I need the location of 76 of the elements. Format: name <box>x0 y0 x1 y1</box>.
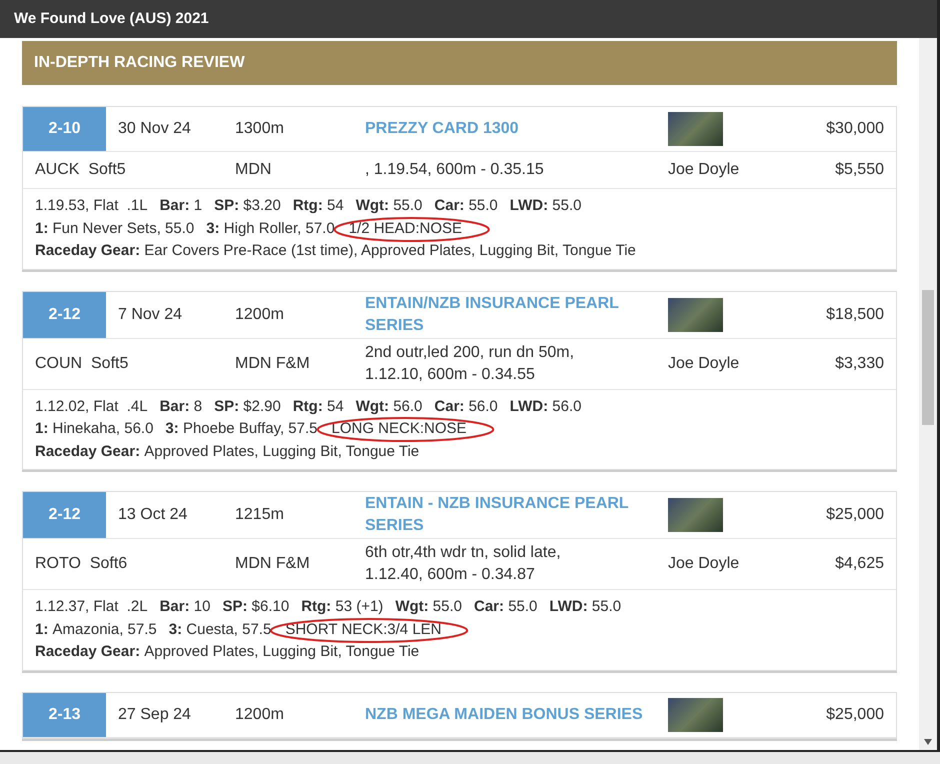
race-class: MDN <box>235 160 272 180</box>
stat-text: Bar: 8 <box>160 396 202 416</box>
scroll-down-icon[interactable] <box>924 739 932 745</box>
stake-money: $4,625 <box>835 554 884 574</box>
placing-text: 3: Cuesta, 57.5 <box>168 620 272 640</box>
stake-money: $3,330 <box>835 354 884 374</box>
race-distance: 1300m <box>235 119 285 139</box>
track-condition: COUN Soft5 <box>35 354 130 374</box>
jockey-name: Joe Doyle <box>668 354 740 374</box>
stat-text: Rtg: 54 <box>292 196 344 216</box>
placing-text: 3: Phoebe Buffay, 57.5 <box>165 419 318 439</box>
placing-text: 3: High Roller, 57.0 <box>206 218 335 238</box>
margin-text: LONG NECK:NOSE <box>330 420 468 437</box>
race-comment: , 1.19.54, 600m - 0.35.15 <box>365 160 545 180</box>
stat-text: 1.19.53, Flat .1L <box>35 196 148 216</box>
scrollbar-thumb[interactable] <box>922 290 934 425</box>
stat-text: Rtg: 54 <box>292 396 344 416</box>
margin-text: SHORT NECK:3/4 LEN <box>284 620 442 638</box>
placing-badge: 2-13 <box>23 692 106 736</box>
prize-money: $25,000 <box>826 505 884 525</box>
track-condition: ROTO Soft6 <box>35 554 128 574</box>
race-name-link[interactable]: ENTAIN/NZB INSURANCE PEARL SERIES <box>365 292 668 338</box>
stat-text: LWD: 55.0 <box>549 597 622 617</box>
placing-badge: 2-10 <box>23 107 106 151</box>
stat-text: SP: $6.10 <box>222 597 290 617</box>
race-class: MDN F&M <box>235 554 311 574</box>
stat-text: Car: 55.0 <box>434 196 498 216</box>
stat-text: Bar: 1 <box>160 196 202 216</box>
placing-text: 1: Amazonia, 57.5 <box>35 620 157 640</box>
race-name-link[interactable]: NZB MEGA MAIDEN BONUS SERIES <box>365 702 668 726</box>
stat-text: 1.12.37, Flat .2L <box>35 597 148 617</box>
race-distance: 1215m <box>235 505 285 525</box>
jockey-name: Joe Doyle <box>668 160 740 180</box>
stake-money: $5,550 <box>835 160 884 180</box>
jockey-name: Joe Doyle <box>668 554 740 574</box>
placing-text: 1: Fun Never Sets, 55.0 <box>35 218 194 238</box>
race-name-link[interactable]: ENTAIN - NZB INSURANCE PEARL SERIES <box>365 492 668 538</box>
stat-text: LWD: 55.0 <box>510 196 582 216</box>
stat-text: SP: $3.20 <box>214 196 281 216</box>
race-name-link[interactable]: PREZZY CARD 1300 <box>365 117 668 141</box>
stat-text: 1.12.02, Flat .4L <box>35 396 148 416</box>
window-title-bar: We Found Love (AUS) 2021 <box>0 0 937 38</box>
race-date: 13 Oct 24 <box>118 505 188 525</box>
stat-text: Wgt: 56.0 <box>356 396 422 416</box>
race-distance: 1200m <box>235 704 285 724</box>
stat-text: Rtg: 53 (+1) <box>301 597 384 617</box>
stat-text: Wgt: 55.0 <box>356 196 422 216</box>
stat-text: LWD: 56.0 <box>510 396 582 416</box>
race-photo-placeholder[interactable] <box>668 298 723 332</box>
stat-text: Wgt: 55.0 <box>395 597 462 617</box>
race-photo-placeholder[interactable] <box>668 112 723 146</box>
race-photo-placeholder[interactable] <box>668 498 723 532</box>
race-date: 30 Nov 24 <box>118 119 192 139</box>
section-header: IN-DEPTH RACING REVIEW <box>22 41 897 85</box>
race-comment: 2nd outr,led 200, run dn 50m, 1.12.10, 600m - 0.34.55 <box>365 342 576 384</box>
placing-badge: 2-12 <box>23 292 106 338</box>
prize-money: $18,500 <box>826 304 884 324</box>
prize-money: $30,000 <box>826 119 884 139</box>
race-distance: 1200m <box>235 304 285 324</box>
gear-text: Raceday Gear: Ear Covers Pre-Race (1st time), Approved Plates, Lugging Bit, Tongue Tie <box>35 241 637 261</box>
stat-text: Car: 56.0 <box>434 396 498 416</box>
race-date: 27 Sep 24 <box>118 704 192 724</box>
gear-text: Raceday Gear: Approved Plates, Lugging Bit, Tongue Tie <box>35 642 420 662</box>
stat-text: Car: 55.0 <box>474 597 538 617</box>
race-date: 7 Nov 24 <box>118 304 184 324</box>
race-comment: 6th otr,4th wdr tn, solid late, 1.12.40, 600m - 0.34.87 <box>365 543 562 585</box>
gear-text: Raceday Gear: Approved Plates, Lugging Bit, Tongue Tie <box>35 442 420 462</box>
placing-badge: 2-12 <box>23 492 106 538</box>
margin-text: 1/2 HEAD:NOSE <box>348 220 464 236</box>
stat-text: Bar: 10 <box>160 597 210 617</box>
prize-money: $25,000 <box>826 704 884 724</box>
placing-text: 1: Hinekaha, 56.0 <box>35 419 154 439</box>
race-photo-placeholder[interactable] <box>668 698 723 732</box>
race-class: MDN F&M <box>235 354 311 374</box>
track-condition: AUCK Soft5 <box>35 160 127 180</box>
stat-text: SP: $2.90 <box>214 396 281 416</box>
